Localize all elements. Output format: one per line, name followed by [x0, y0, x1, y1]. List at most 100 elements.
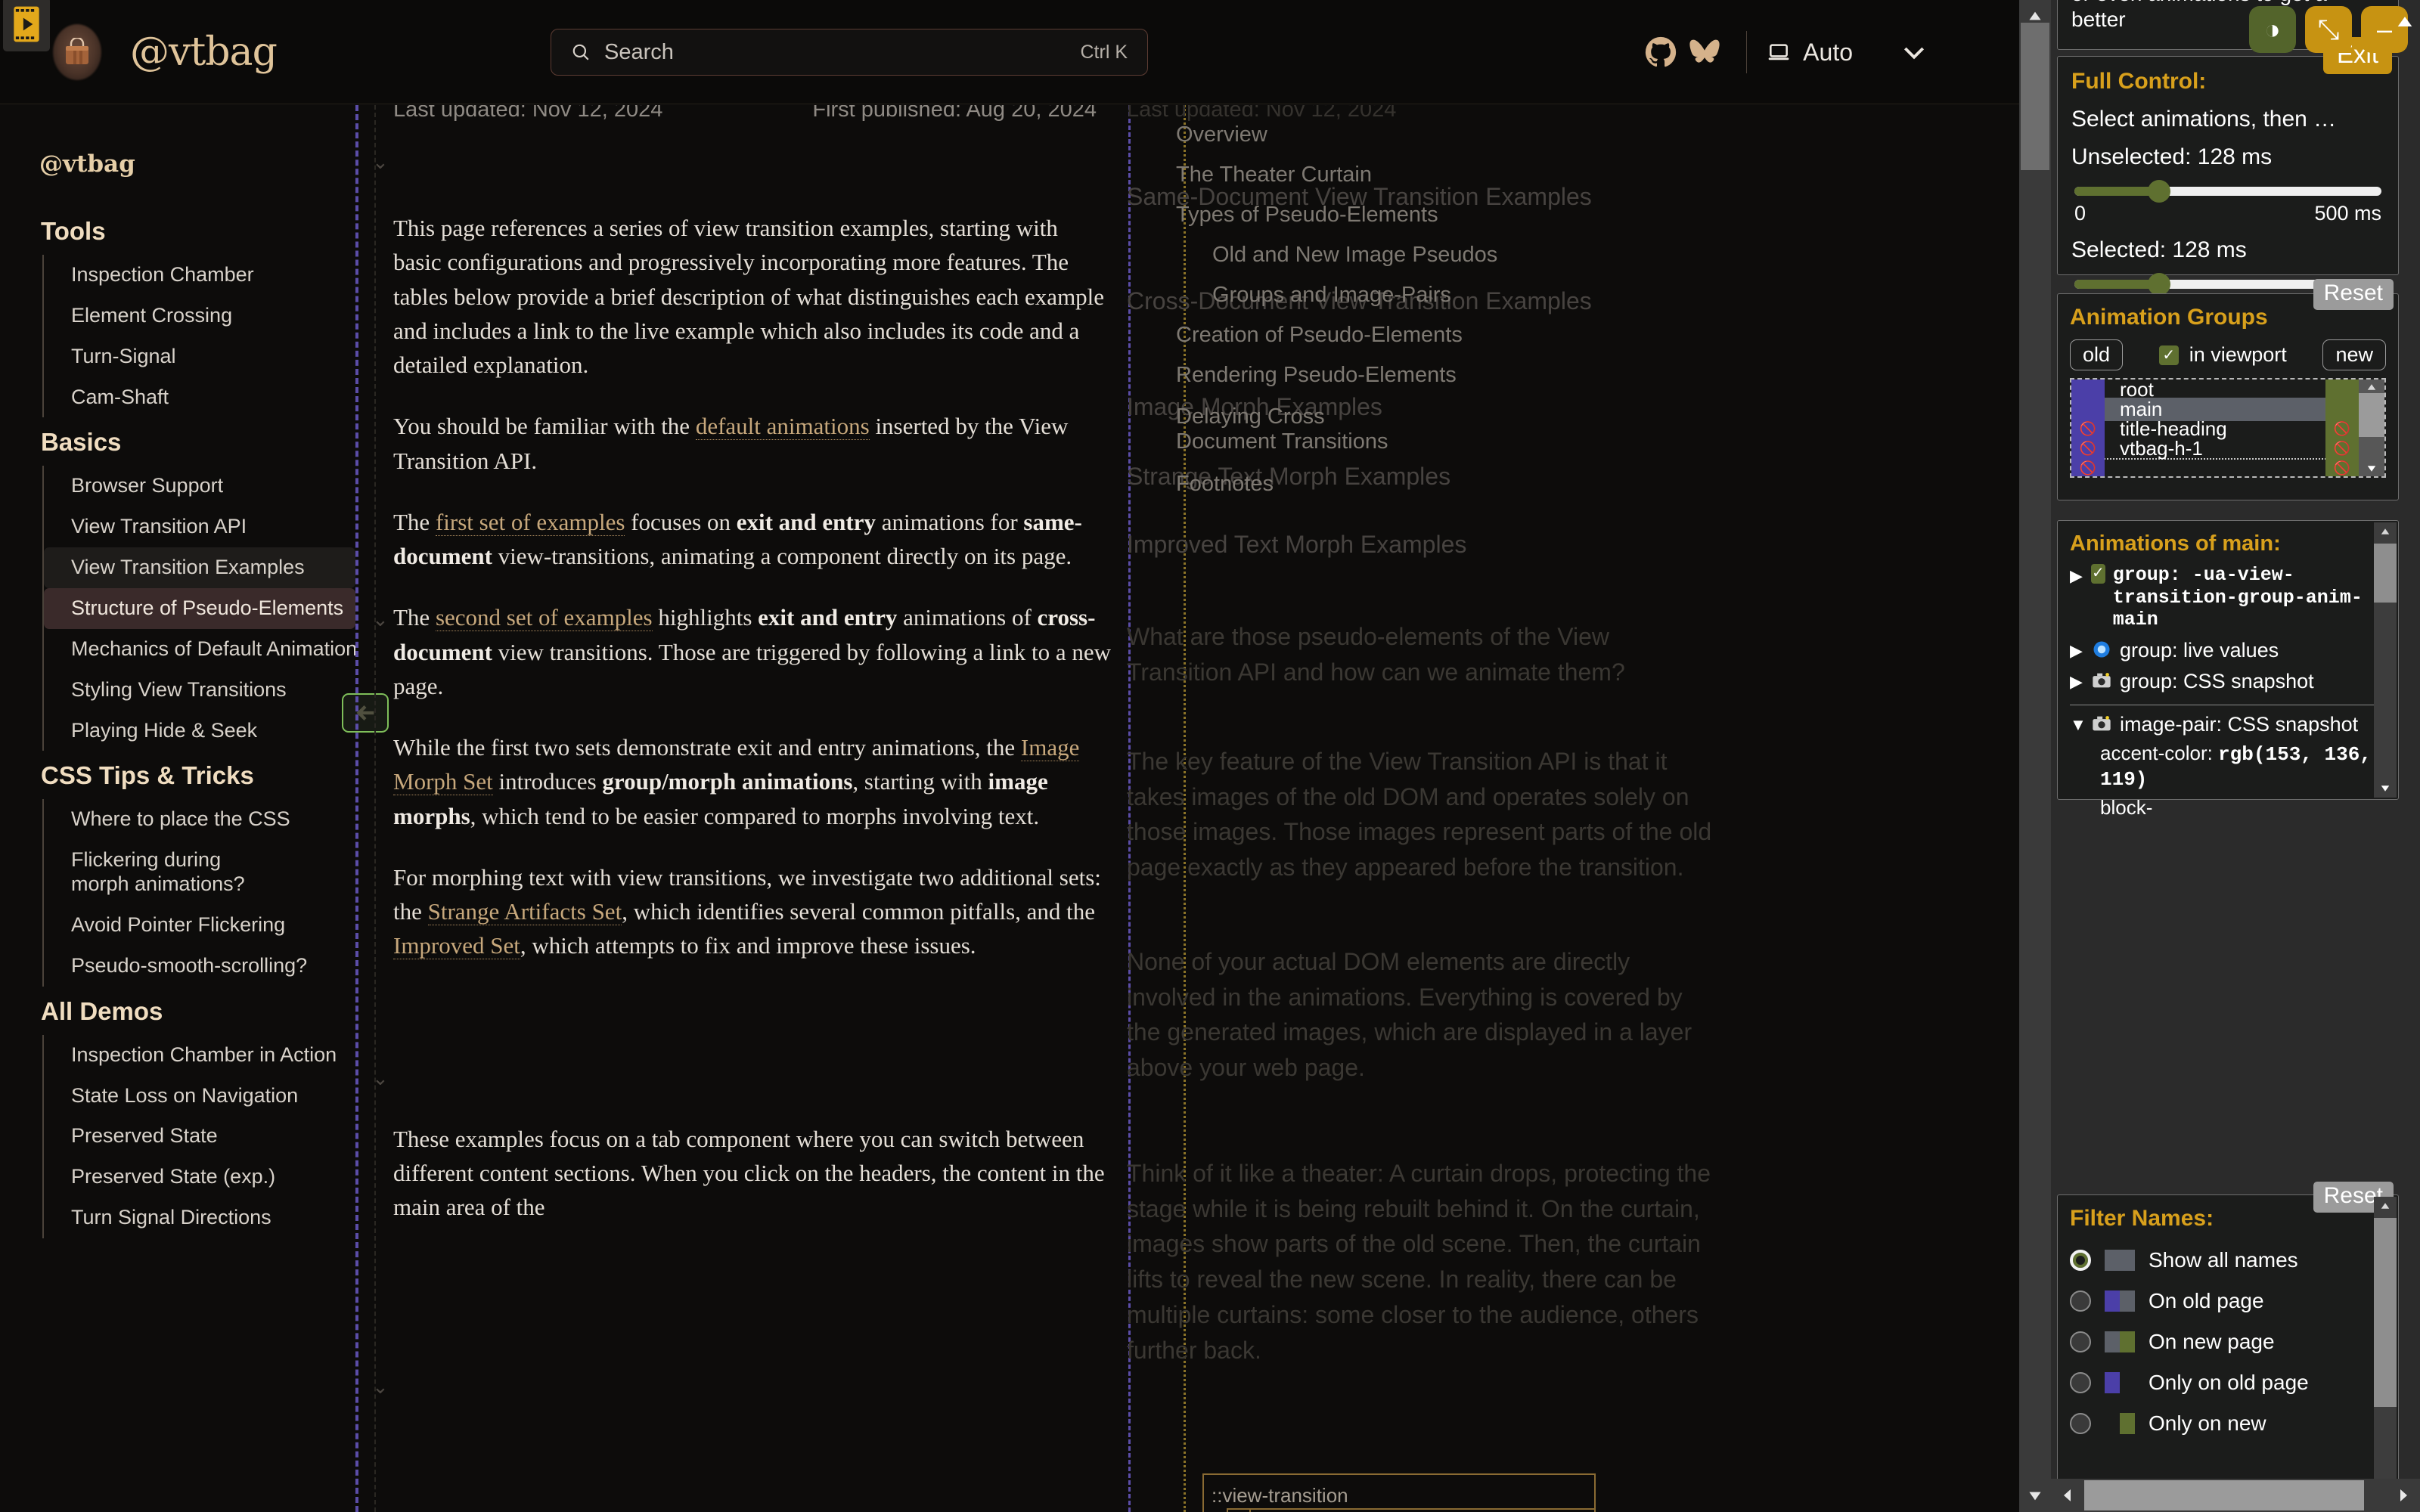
radio-selected-icon[interactable] — [2070, 1250, 2091, 1271]
new-page-button[interactable]: new — [2322, 339, 2386, 370]
animation-groups-reset-button[interactable]: Reset — [2313, 279, 2394, 310]
old-page-chip[interactable] — [2071, 399, 2105, 419]
eye-off-icon[interactable]: 🚫 — [2325, 458, 2359, 476]
new-page-chip[interactable] — [2325, 399, 2359, 419]
site-brand-title[interactable]: @vtbag — [130, 29, 278, 75]
table-row[interactable]: 🚫 title-heading 🚫 — [2071, 417, 2359, 440]
butterfly-icon[interactable] — [1683, 30, 1727, 74]
radio-unselected-icon[interactable] — [2070, 1290, 2091, 1312]
group-name[interactable]: vtbag-h-1 — [2105, 437, 2325, 460]
radio-only-on-old-page[interactable]: Only on old page — [2070, 1371, 2386, 1395]
eye-off-icon[interactable]: 🚫 — [2071, 458, 2105, 476]
sidebar-item-view-transition-api[interactable]: View Transition API — [44, 507, 355, 547]
scrollbar-thumb[interactable] — [2359, 393, 2384, 437]
triangle-right-icon[interactable]: ▶ — [2070, 566, 2083, 586]
scroll-left-arrow-icon[interactable] — [2051, 1479, 2084, 1512]
old-page-chip[interactable] — [2071, 380, 2105, 399]
group-name[interactable]: vtbag-h-0 — [2105, 476, 2325, 477]
panel-scroll-up-icon[interactable] — [2390, 6, 2420, 36]
table-row[interactable]: root — [2071, 380, 2359, 401]
toc-item-creation-of-pseudo-elements[interactable]: Creation of Pseudo-Elements — [1176, 324, 1599, 346]
in-viewport-toggle[interactable]: ✓ in viewport — [2133, 343, 2312, 367]
link-strange-artifacts-set[interactable]: Strange Artifacts Set — [427, 898, 622, 925]
eye-off-icon[interactable]: 🚫 — [2325, 419, 2359, 438]
toc-item-footnotes[interactable]: Footnotes — [1176, 472, 1599, 495]
toc-item-the-theater-curtain[interactable]: The Theater Curtain — [1176, 164, 1599, 186]
sidebar-nav[interactable]: @vtbag Tools Inspection Chamber Element … — [0, 105, 355, 1512]
sidebar-item-inspection-chamber-in-action[interactable]: Inspection Chamber in Action — [44, 1035, 355, 1076]
list-item[interactable]: ▶ group: live values — [2070, 639, 2386, 663]
sidebar-item-cam-shaft[interactable]: Cam-Shaft — [44, 377, 355, 418]
sidebar-item-state-loss-on-navigation[interactable]: State Loss on Navigation — [44, 1076, 355, 1117]
animation-groups-list[interactable]: root main 🚫 title-heading 🚫 🚫 vtbag-h-1 … — [2070, 378, 2386, 478]
scrollbar-thumb[interactable] — [2374, 544, 2397, 603]
toc-item-overview[interactable]: Overview — [1176, 124, 1599, 146]
sidebar-item-turn-signal[interactable]: Turn-Signal — [44, 336, 355, 377]
toc-item-old-and-new-image-pseudos[interactable]: Old and New Image Pseudos — [1176, 244, 1599, 266]
sidebar-item-browser-support[interactable]: Browser Support — [44, 466, 355, 507]
panel-horizontal-scrollbar[interactable] — [2051, 1479, 2420, 1512]
toc-item-types-of-pseudo-elements[interactable]: Types of Pseudo-Elements — [1176, 204, 1599, 226]
link-first-set-of-examples[interactable]: first set of examples — [435, 508, 625, 536]
link-improved-set[interactable]: Improved Set — [393, 932, 520, 960]
horizontal-scrollbar-thumb[interactable] — [2084, 1480, 2364, 1510]
sidebar-item-styling-view-transitions[interactable]: Styling View Transitions — [44, 670, 355, 711]
sidebar-item-preserved-state[interactable]: Preserved State — [44, 1116, 355, 1157]
sidebar-item-turn-signal-directions[interactable]: Turn Signal Directions — [44, 1198, 355, 1238]
scrollbar-thumb[interactable] — [2374, 1218, 2397, 1407]
sidebar-item-inspection-chamber[interactable]: Inspection Chamber — [44, 255, 355, 296]
radio-unselected-icon[interactable] — [2070, 1372, 2091, 1393]
scroll-up-arrow-icon[interactable] — [2359, 380, 2384, 395]
animations-scrollbar[interactable] — [2374, 522, 2397, 798]
link-second-set-of-examples[interactable]: second set of examples — [435, 604, 653, 632]
triangle-right-icon[interactable]: ▶ — [2070, 672, 2083, 692]
radio-unselected-icon[interactable] — [2070, 1331, 2091, 1352]
page-scrollbar[interactable] — [2019, 0, 2051, 1512]
sidebar-brand[interactable]: @vtbag — [39, 150, 355, 178]
checkbox-checked-icon[interactable]: ✓ — [2091, 564, 2105, 584]
unselected-duration-slider[interactable] — [2074, 180, 2381, 203]
scroll-right-arrow-icon[interactable] — [2387, 1479, 2420, 1512]
search-input[interactable]: Search Ctrl K — [551, 29, 1148, 76]
filter-names-scrollbar[interactable] — [2374, 1197, 2397, 1501]
table-row[interactable]: 🚫 🚫 — [2071, 458, 2359, 476]
toc-item-rendering-pseudo-elements[interactable]: Rendering Pseudo-Elements — [1176, 364, 1599, 386]
bag-logo-icon[interactable] — [53, 23, 101, 80]
eye-off-icon[interactable]: 🚫 — [2325, 438, 2359, 458]
sidebar-item-playing-hide-and-seek[interactable]: Playing Hide & Seek — [44, 711, 355, 751]
sidebar-item-where-to-place-the-css[interactable]: Where to place the CSS — [44, 799, 355, 840]
animation-groups-scrollbar[interactable] — [2359, 380, 2384, 476]
scroll-down-arrow-icon[interactable] — [2019, 1480, 2051, 1512]
list-item[interactable]: ▼ image-pair: CSS snapshot — [2070, 713, 2386, 737]
radio-on-old-page[interactable]: On old page — [2070, 1289, 2386, 1313]
toc-item-groups-and-image-pairs[interactable]: Groups and Image-Pairs — [1176, 284, 1599, 306]
radio-show-all-names[interactable]: Show all names — [2070, 1248, 2386, 1272]
page-scrollbar-thumb[interactable] — [2021, 23, 2049, 170]
scroll-down-arrow-icon[interactable] — [2374, 779, 2397, 798]
github-icon[interactable] — [1639, 30, 1683, 74]
film-strip-icon[interactable] — [3, 0, 50, 51]
table-row[interactable]: main — [2071, 397, 2359, 421]
sidebar-item-mechanics-of-default-animations[interactable]: Mechanics of Default Animations — [44, 629, 355, 670]
slider-knob[interactable] — [2148, 180, 2171, 203]
sidebar-item-flickering-during-morph-animations[interactable]: Flickering during morph animations? — [44, 840, 271, 905]
sidebar-item-structure-of-pseudo-elements[interactable]: Structure of Pseudo-Elements — [44, 588, 355, 629]
table-row[interactable]: 🚫 vtbag-h-1 🚫 — [2071, 437, 2359, 460]
sidebar-item-element-crossing[interactable]: Element Crossing — [44, 296, 355, 336]
slider-knob[interactable] — [2148, 273, 2171, 296]
triangle-right-icon[interactable]: ▶ — [2070, 641, 2083, 661]
table-of-contents[interactable]: Overview The Theater Curtain Types of Ps… — [1176, 124, 1599, 513]
list-item[interactable]: ▶ ✓ group: -ua-view-transition-group-ani… — [2070, 564, 2386, 631]
eye-off-icon[interactable]: 🚫 — [2071, 419, 2105, 438]
new-page-chip[interactable] — [2325, 380, 2359, 399]
scroll-up-arrow-icon[interactable] — [2374, 1197, 2397, 1215]
sidebar-item-avoid-pointer-flickering[interactable]: Avoid Pointer Flickering — [44, 905, 355, 946]
eye-off-icon[interactable]: 🚫 — [2071, 438, 2105, 458]
link-default-animations[interactable]: default animations — [695, 413, 870, 441]
contrast-icon[interactable]: ◑ — [2249, 6, 2296, 53]
collapse-diagonal-icon[interactable]: ⤡ — [2305, 6, 2352, 53]
checkbox-checked-icon[interactable]: ✓ — [2158, 345, 2179, 365]
old-page-button[interactable]: old — [2070, 339, 2124, 370]
radio-only-on-new[interactable]: Only on new — [2070, 1411, 2386, 1436]
sidebar-item-preserved-state-exp[interactable]: Preserved State (exp.) — [44, 1157, 355, 1198]
